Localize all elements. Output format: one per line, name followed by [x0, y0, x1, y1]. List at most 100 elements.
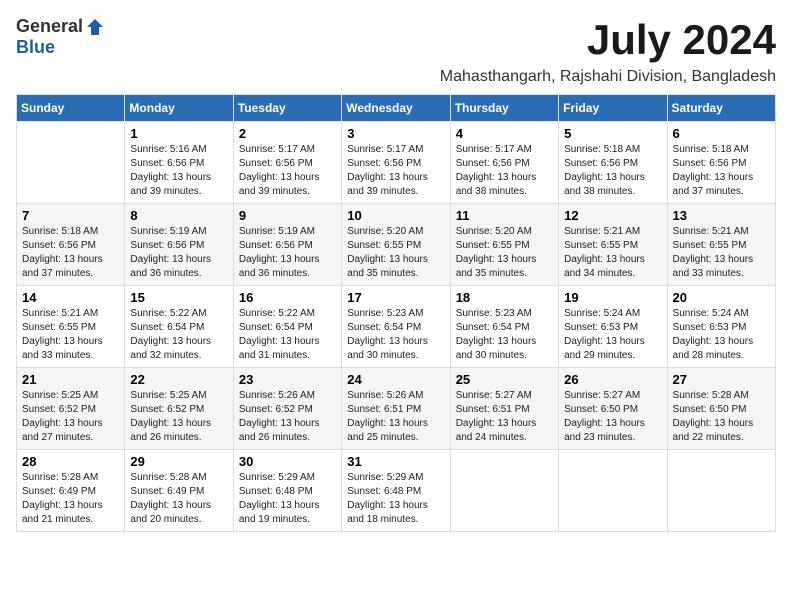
day-number: 1 — [130, 126, 227, 141]
day-number: 7 — [22, 208, 119, 223]
calendar-cell: 7 Sunrise: 5:18 AMSunset: 6:56 PMDaylight… — [17, 204, 125, 286]
calendar-cell: 25 Sunrise: 5:27 AMSunset: 6:51 PMDayligh… — [450, 368, 558, 450]
calendar-cell: 1 Sunrise: 5:16 AMSunset: 6:56 PMDaylight… — [125, 122, 233, 204]
calendar-cell: 20 Sunrise: 5:24 AMSunset: 6:53 PMDayligh… — [667, 286, 775, 368]
calendar-cell: 27 Sunrise: 5:28 AMSunset: 6:50 PMDayligh… — [667, 368, 775, 450]
day-info: Sunrise: 5:28 AMSunset: 6:50 PMDaylight:… — [673, 389, 770, 445]
day-info: Sunrise: 5:21 AMSunset: 6:55 PMDaylight:… — [22, 307, 119, 363]
day-info: Sunrise: 5:18 AMSunset: 6:56 PMDaylight:… — [673, 143, 770, 199]
calendar-cell: 23Sunrise: 5:26 AMSunset: 6:52 PMDayligh… — [233, 368, 341, 450]
day-number: 25 — [456, 372, 553, 387]
logo-blue: Blue — [16, 37, 55, 58]
calendar-week-row: 14Sunrise: 5:21 AMSunset: 6:55 PMDayligh… — [17, 286, 776, 368]
calendar-cell: 8 Sunrise: 5:19 AMSunset: 6:56 PMDaylight… — [125, 204, 233, 286]
weekday-header: Sunday — [17, 95, 125, 122]
day-info: Sunrise: 5:23 AMSunset: 6:54 PMDaylight:… — [347, 307, 444, 363]
calendar-cell: 13 Sunrise: 5:21 AMSunset: 6:55 PMDayligh… — [667, 204, 775, 286]
calendar-cell — [559, 450, 667, 532]
day-info: Sunrise: 5:27 AMSunset: 6:51 PMDaylight:… — [456, 389, 553, 445]
day-info: Sunrise: 5:22 AMSunset: 6:54 PMDaylight:… — [239, 307, 336, 363]
calendar-cell: 28 Sunrise: 5:28 AMSunset: 6:49 PMDayligh… — [17, 450, 125, 532]
day-number: 20 — [673, 290, 770, 305]
day-number: 18 — [456, 290, 553, 305]
month-title: July 2024 — [587, 16, 776, 64]
day-info: Sunrise: 5:19 AMSunset: 6:56 PMDaylight:… — [130, 225, 227, 281]
day-info: Sunrise: 5:18 AMSunset: 6:56 PMDaylight:… — [22, 225, 119, 281]
calendar-cell — [17, 122, 125, 204]
day-info: Sunrise: 5:17 AMSunset: 6:56 PMDaylight:… — [347, 143, 444, 199]
weekday-header: Friday — [559, 95, 667, 122]
day-number: 8 — [130, 208, 227, 223]
calendar-cell: 15 Sunrise: 5:22 AMSunset: 6:54 PMDayligh… — [125, 286, 233, 368]
logo-general: General — [16, 16, 83, 37]
day-info: Sunrise: 5:20 AMSunset: 6:55 PMDaylight:… — [347, 225, 444, 281]
calendar-cell: 9 Sunrise: 5:19 AMSunset: 6:56 PMDaylight… — [233, 204, 341, 286]
day-info: Sunrise: 5:17 AMSunset: 6:56 PMDaylight:… — [239, 143, 336, 199]
day-number: 3 — [347, 126, 444, 141]
day-info: Sunrise: 5:16 AMSunset: 6:56 PMDaylight:… — [130, 143, 227, 199]
day-info: Sunrise: 5:24 AMSunset: 6:53 PMDaylight:… — [673, 307, 770, 363]
day-number: 6 — [673, 126, 770, 141]
day-number: 2 — [239, 126, 336, 141]
day-info: Sunrise: 5:17 AMSunset: 6:56 PMDaylight:… — [456, 143, 553, 199]
calendar-cell: 30 Sunrise: 5:29 AMSunset: 6:48 PMDayligh… — [233, 450, 341, 532]
day-number: 16 — [239, 290, 336, 305]
day-info: Sunrise: 5:29 AMSunset: 6:48 PMDaylight:… — [239, 471, 336, 527]
calendar-cell: 22 Sunrise: 5:25 AMSunset: 6:52 PMDayligh… — [125, 368, 233, 450]
day-number: 22 — [130, 372, 227, 387]
day-info: Sunrise: 5:20 AMSunset: 6:55 PMDaylight:… — [456, 225, 553, 281]
weekday-header: Monday — [125, 95, 233, 122]
calendar-cell: 5Sunrise: 5:18 AMSunset: 6:56 PMDaylight… — [559, 122, 667, 204]
weekday-header: Thursday — [450, 95, 558, 122]
day-number: 29 — [130, 454, 227, 469]
day-number: 13 — [673, 208, 770, 223]
day-info: Sunrise: 5:22 AMSunset: 6:54 PMDaylight:… — [130, 307, 227, 363]
day-info: Sunrise: 5:18 AMSunset: 6:56 PMDaylight:… — [564, 143, 661, 199]
day-info: Sunrise: 5:24 AMSunset: 6:53 PMDaylight:… — [564, 307, 661, 363]
calendar-cell: 29Sunrise: 5:28 AMSunset: 6:49 PMDayligh… — [125, 450, 233, 532]
day-info: Sunrise: 5:21 AMSunset: 6:55 PMDaylight:… — [673, 225, 770, 281]
day-info: Sunrise: 5:25 AMSunset: 6:52 PMDaylight:… — [130, 389, 227, 445]
calendar-header-row: SundayMondayTuesdayWednesdayThursdayFrid… — [17, 95, 776, 122]
day-number: 15 — [130, 290, 227, 305]
calendar-cell — [667, 450, 775, 532]
day-number: 21 — [22, 372, 119, 387]
weekday-header: Tuesday — [233, 95, 341, 122]
day-info: Sunrise: 5:19 AMSunset: 6:56 PMDaylight:… — [239, 225, 336, 281]
day-number: 24 — [347, 372, 444, 387]
calendar-week-row: 1 Sunrise: 5:16 AMSunset: 6:56 PMDaylight… — [17, 122, 776, 204]
calendar-week-row: 7 Sunrise: 5:18 AMSunset: 6:56 PMDaylight… — [17, 204, 776, 286]
day-info: Sunrise: 5:27 AMSunset: 6:50 PMDaylight:… — [564, 389, 661, 445]
calendar-cell: 11Sunrise: 5:20 AMSunset: 6:55 PMDayligh… — [450, 204, 558, 286]
day-number: 30 — [239, 454, 336, 469]
calendar-table: SundayMondayTuesdayWednesdayThursdayFrid… — [16, 94, 776, 532]
calendar-cell: 4Sunrise: 5:17 AMSunset: 6:56 PMDaylight… — [450, 122, 558, 204]
day-info: Sunrise: 5:25 AMSunset: 6:52 PMDaylight:… — [22, 389, 119, 445]
day-number: 27 — [673, 372, 770, 387]
calendar-cell: 6 Sunrise: 5:18 AMSunset: 6:56 PMDaylight… — [667, 122, 775, 204]
calendar-cell: 3 Sunrise: 5:17 AMSunset: 6:56 PMDaylight… — [342, 122, 450, 204]
day-number: 31 — [347, 454, 444, 469]
weekday-header: Wednesday — [342, 95, 450, 122]
day-number: 28 — [22, 454, 119, 469]
day-info: Sunrise: 5:23 AMSunset: 6:54 PMDaylight:… — [456, 307, 553, 363]
day-info: Sunrise: 5:26 AMSunset: 6:51 PMDaylight:… — [347, 389, 444, 445]
day-number: 9 — [239, 208, 336, 223]
day-info: Sunrise: 5:21 AMSunset: 6:55 PMDaylight:… — [564, 225, 661, 281]
calendar-cell — [450, 450, 558, 532]
calendar-cell: 31 Sunrise: 5:29 AMSunset: 6:48 PMDayligh… — [342, 450, 450, 532]
day-number: 19 — [564, 290, 661, 305]
calendar-cell: 17 Sunrise: 5:23 AMSunset: 6:54 PMDayligh… — [342, 286, 450, 368]
page-header: General Blue July 2024 — [16, 16, 776, 64]
calendar-week-row: 21 Sunrise: 5:25 AMSunset: 6:52 PMDayligh… — [17, 368, 776, 450]
day-number: 17 — [347, 290, 444, 305]
day-number: 26 — [564, 372, 661, 387]
day-number: 12 — [564, 208, 661, 223]
day-info: Sunrise: 5:29 AMSunset: 6:48 PMDaylight:… — [347, 471, 444, 527]
calendar-cell: 21 Sunrise: 5:25 AMSunset: 6:52 PMDayligh… — [17, 368, 125, 450]
calendar-cell: 26 Sunrise: 5:27 AMSunset: 6:50 PMDayligh… — [559, 368, 667, 450]
calendar-cell: 16 Sunrise: 5:22 AMSunset: 6:54 PMDayligh… — [233, 286, 341, 368]
calendar-cell: 12 Sunrise: 5:21 AMSunset: 6:55 PMDayligh… — [559, 204, 667, 286]
day-info: Sunrise: 5:28 AMSunset: 6:49 PMDaylight:… — [22, 471, 119, 527]
calendar-cell: 18 Sunrise: 5:23 AMSunset: 6:54 PMDayligh… — [450, 286, 558, 368]
